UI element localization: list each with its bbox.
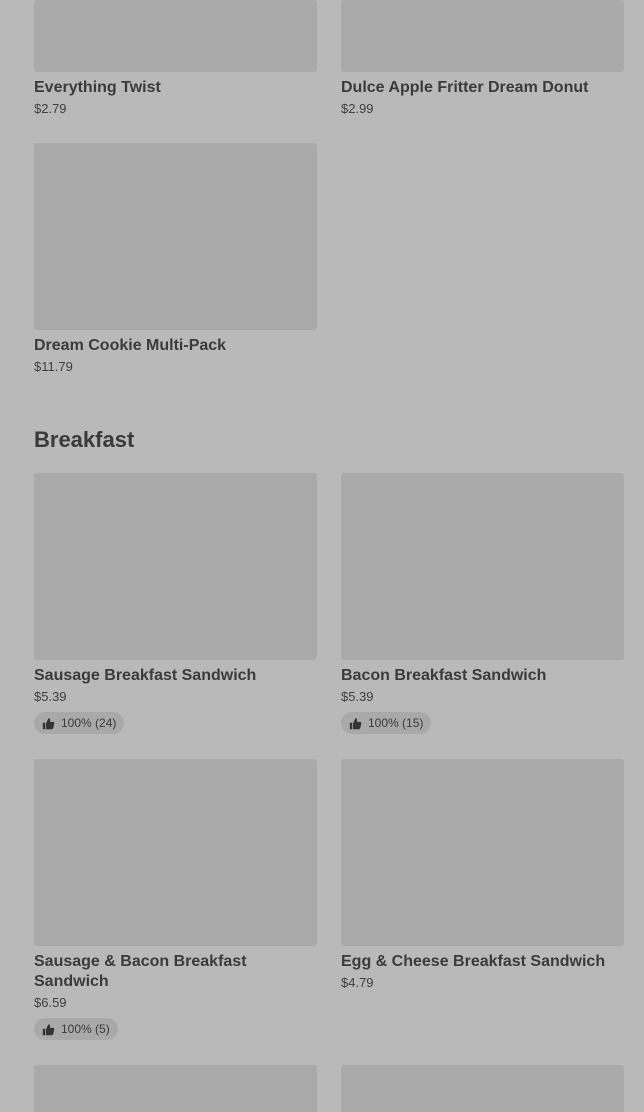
item-price: $2.79 <box>34 101 67 116</box>
item-name[interactable]: Dream Cookie Multi-Pack <box>34 336 317 356</box>
item-image[interactable] <box>341 1065 624 1112</box>
menu-item-card[interactable] <box>341 1065 624 1112</box>
item-image[interactable] <box>341 473 624 660</box>
menu-item-card[interactable]: Sausage & Bacon Breakfast Sandwich $6.59… <box>34 759 317 1041</box>
item-image[interactable] <box>34 0 317 72</box>
item-image[interactable] <box>34 759 317 946</box>
section-title-breakfast: Breakfast <box>34 427 135 452</box>
menu-item-card[interactable]: Sausage Breakfast Sandwich $5.39 100% (2… <box>34 473 317 735</box>
rating-badge: 100% (15) <box>341 712 432 734</box>
item-image[interactable] <box>34 143 317 330</box>
item-name[interactable]: Egg & Cheese Breakfast Sandwich <box>341 952 624 972</box>
rating-text: 100% (24) <box>61 716 117 730</box>
item-image[interactable] <box>34 1065 317 1112</box>
item-name[interactable]: Everything Twist <box>34 78 317 98</box>
item-image[interactable] <box>34 473 317 660</box>
menu-item-card[interactable]: Dream Cookie Multi-Pack $11.79 <box>34 143 317 375</box>
rating-badge: 100% (24) <box>34 712 125 734</box>
item-price: $11.79 <box>34 359 73 374</box>
rating-text: 100% (5) <box>61 1022 110 1036</box>
item-price: $6.59 <box>34 995 67 1010</box>
item-name[interactable]: Dulce Apple Fritter Dream Donut <box>341 78 624 98</box>
menu-item-card[interactable]: Bacon Breakfast Sandwich $5.39 100% (15) <box>341 473 624 735</box>
thumbs-up-icon <box>349 717 362 730</box>
item-price: $2.99 <box>341 101 374 116</box>
item-image[interactable] <box>341 759 624 946</box>
item-name[interactable]: Sausage & Bacon Breakfast Sandwich <box>34 952 317 992</box>
menu-item-card[interactable]: Dulce Apple Fritter Dream Donut $2.99 <box>341 0 624 117</box>
item-name[interactable]: Sausage Breakfast Sandwich <box>34 666 317 686</box>
menu-item-card[interactable] <box>34 1065 317 1112</box>
thumbs-up-icon <box>42 717 55 730</box>
item-image[interactable] <box>341 0 624 72</box>
menu-item-card[interactable]: Egg & Cheese Breakfast Sandwich $4.79 <box>341 759 624 991</box>
thumbs-up-icon <box>42 1023 55 1036</box>
rating-badge: 100% (5) <box>34 1018 118 1040</box>
menu-page: Everything Twist $2.79 Dulce Apple Fritt… <box>0 0 644 1112</box>
item-price: $5.39 <box>34 689 67 704</box>
menu-item-card[interactable]: Everything Twist $2.79 <box>34 0 317 117</box>
item-name[interactable]: Bacon Breakfast Sandwich <box>341 666 624 686</box>
rating-text: 100% (15) <box>368 716 424 730</box>
item-price: $5.39 <box>341 689 374 704</box>
item-price: $4.79 <box>341 975 374 990</box>
